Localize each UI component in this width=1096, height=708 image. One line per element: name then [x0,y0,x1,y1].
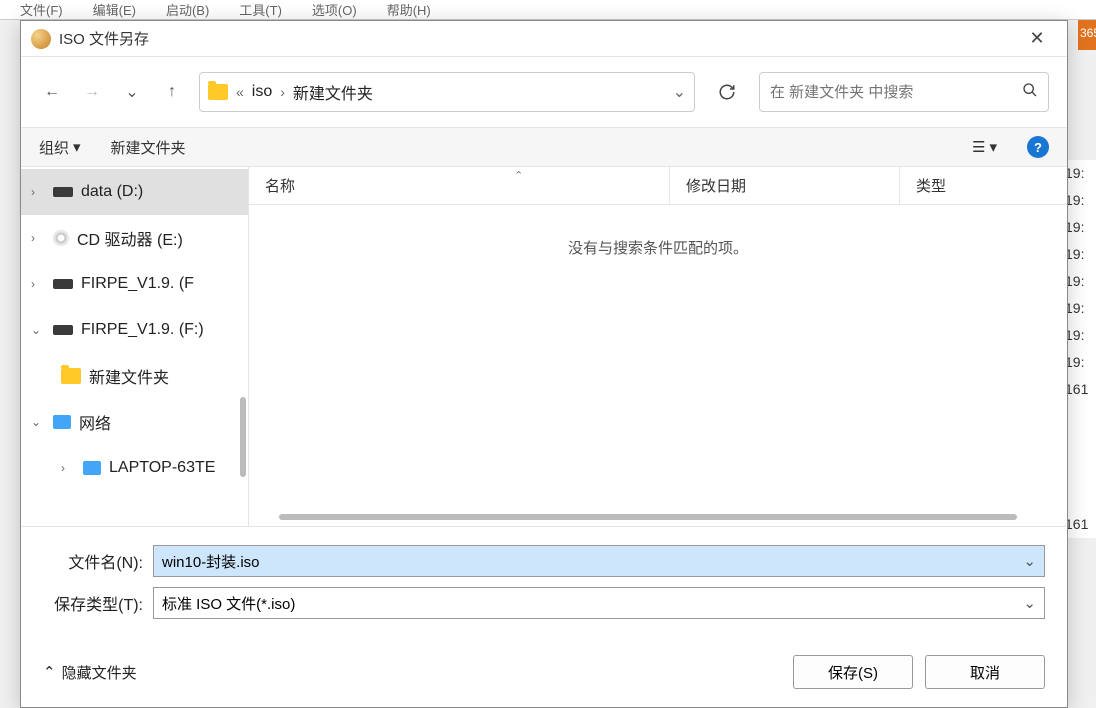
tree-label: CD 驱动器 (E:) [77,226,183,250]
chevron-down-icon: ▾ [73,138,81,156]
sidebar-scrollbar[interactable] [240,397,246,477]
chevron-up-icon: ⌃ [43,663,56,681]
search-input[interactable] [770,84,1022,101]
filetype-label: 保存类型(T): [43,591,153,615]
up-button[interactable]: ↑ [159,79,185,105]
tree-item-firpe-f[interactable]: ⌄ FIRPE_V1.9. (F:) [21,307,248,353]
view-menu[interactable]: ☰ ▾ [972,138,997,156]
tree-item-network[interactable]: ⌄ 网络 [21,399,248,445]
chevron-down-icon[interactable]: ⌄ [1023,594,1036,612]
filetype-value: 标准 ISO 文件(*.iso) [162,593,295,614]
chevron-right-icon[interactable]: › [31,277,45,291]
chevron-right-icon: › [280,84,285,100]
chevron-right-icon[interactable]: › [31,231,45,245]
breadcrumb-item[interactable]: iso [252,83,272,101]
cd-icon [53,230,69,246]
network-icon [53,415,71,429]
dialog-title: ISO 文件另存 [59,28,1017,49]
breadcrumb-item[interactable]: 新建文件夹 [293,80,373,104]
tree-label: data (D:) [81,183,143,201]
chevron-right-icon[interactable]: › [31,185,45,199]
header-type[interactable]: 类型 [899,167,1067,204]
cancel-button[interactable]: 取消 [925,655,1045,689]
back-button[interactable]: ← [39,79,65,105]
filetype-select[interactable]: 标准 ISO 文件(*.iso) ⌄ [153,587,1045,619]
chevron-down-icon[interactable]: ⌄ [31,415,45,429]
header-date[interactable]: 修改日期 [669,167,899,204]
toolbar: 组织▾ 新建文件夹 ☰ ▾ ? [21,127,1067,167]
tree-item-laptop[interactable]: › LAPTOP-63TE [21,445,248,491]
drive-icon [53,187,73,197]
chevron-right-icon[interactable]: › [61,461,75,475]
bg-badge: 365 [1078,20,1096,50]
tree-label: 网络 [79,410,111,434]
column-headers: ⌃ 名称 修改日期 类型 [249,167,1067,205]
dialog-body: › data (D:) › CD 驱动器 (E:) › FIRPE_V1.9. … [21,167,1067,526]
computer-icon [83,461,101,475]
bg-menubar: 文件(F)编辑(E) 启动(B)工具(T) 选项(O)帮助(H) [0,0,1096,20]
filename-input[interactable]: win10-封装.iso ⌄ [153,545,1045,577]
save-dialog: ISO 文件另存 ✕ ← → ⌄ ↑ « iso › 新建文件夹 ⌄ 组织▾ 新… [20,20,1068,708]
filename-label: 文件名(N): [43,549,153,573]
tree-label: LAPTOP-63TE [109,459,215,477]
app-icon [31,29,51,49]
organize-menu[interactable]: 组织▾ [39,137,81,158]
tree-label: 新建文件夹 [89,364,169,388]
chevron-down-icon: ▾ [989,138,997,156]
recent-dropdown[interactable]: ⌄ [119,79,145,105]
tree-label: FIRPE_V1.9. (F [81,275,194,293]
breadcrumb-prefix: « [236,84,244,100]
tree-item-cd-e[interactable]: › CD 驱动器 (E:) [21,215,248,261]
folder-icon [61,368,81,384]
tree-item-firpe-1[interactable]: › FIRPE_V1.9. (F [21,261,248,307]
titlebar: ISO 文件另存 ✕ [21,21,1067,57]
drive-icon [53,279,73,289]
search-box[interactable] [759,72,1049,112]
file-list: ⌃ 名称 修改日期 类型 没有与搜索条件匹配的项。 [249,167,1067,526]
folder-icon [208,84,228,100]
drive-icon [53,325,73,335]
chevron-down-icon[interactable]: ⌄ [673,82,686,102]
tree-item-newfolder[interactable]: 新建文件夹 [21,353,248,399]
footer: ⌃ 隐藏文件夹 保存(S) 取消 [21,643,1067,707]
filename-value: win10-封装.iso [162,551,260,572]
search-icon[interactable] [1022,82,1038,102]
save-button[interactable]: 保存(S) [793,655,913,689]
refresh-button[interactable] [709,74,745,110]
breadcrumb[interactable]: « iso › 新建文件夹 ⌄ [199,72,695,112]
hide-folders-toggle[interactable]: ⌃ 隐藏文件夹 [43,662,137,683]
chevron-down-icon[interactable]: ⌄ [1023,552,1036,570]
chevron-down-icon[interactable]: ⌄ [31,323,45,337]
sidebar-tree: › data (D:) › CD 驱动器 (E:) › FIRPE_V1.9. … [21,167,249,526]
tree-item-data-d[interactable]: › data (D:) [21,169,248,215]
empty-message: 没有与搜索条件匹配的项。 [249,205,1067,258]
nav-row: ← → ⌄ ↑ « iso › 新建文件夹 ⌄ [21,57,1067,127]
filename-section: 文件名(N): win10-封装.iso ⌄ 保存类型(T): 标准 ISO 文… [21,526,1067,643]
horizontal-scrollbar[interactable] [279,514,1017,520]
close-button[interactable]: ✕ [1017,21,1057,57]
help-button[interactable]: ? [1027,136,1049,158]
list-icon: ☰ [972,138,985,156]
sort-arrow-icon: ⌃ [514,169,523,182]
tree-label: FIRPE_V1.9. (F:) [81,321,204,339]
header-name[interactable]: 名称 [249,167,669,204]
forward-button[interactable]: → [79,79,105,105]
new-folder-button[interactable]: 新建文件夹 [111,137,186,158]
